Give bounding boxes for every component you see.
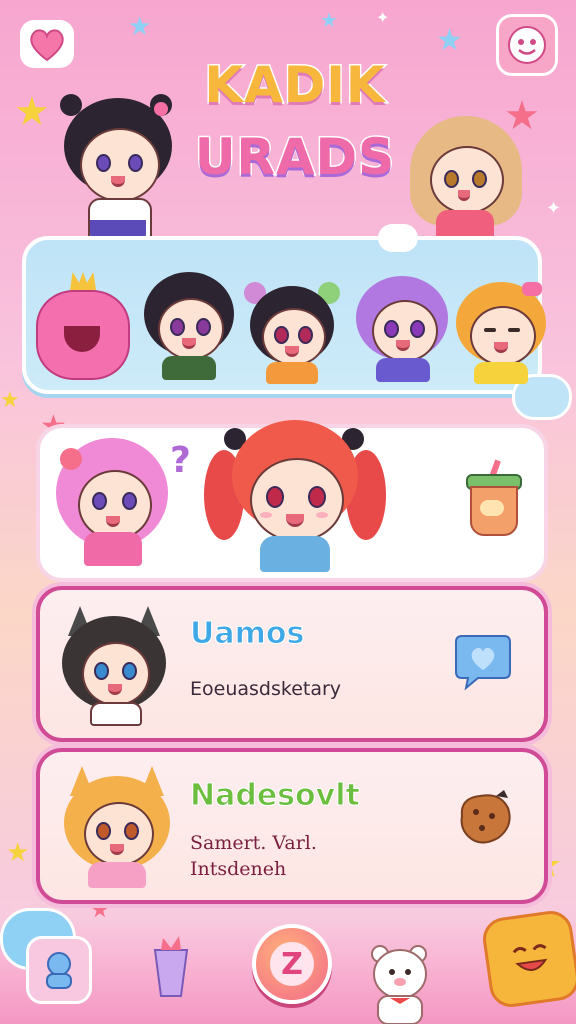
cloud-decoration-icon	[378, 224, 418, 252]
character-avatar-orange-hair[interactable]	[456, 280, 552, 384]
character-nav-button[interactable]	[26, 936, 92, 1004]
star-decoration-icon: ★	[6, 838, 30, 868]
heart-icon[interactable]	[20, 20, 74, 68]
character-avatar-left	[58, 94, 178, 244]
character-avatar-purple-hair[interactable]	[354, 276, 450, 384]
card-subtitle: Samert. Varl. Intsdeneh	[190, 830, 317, 882]
card-title: Nadesovlt	[190, 778, 361, 814]
card-subtitle: Eoeuasdsketary	[190, 678, 342, 700]
question-mark-icon: ?	[170, 440, 191, 481]
center-z-button[interactable]: Z	[252, 924, 332, 1004]
happy-block-button[interactable]	[480, 908, 576, 1010]
character-avatar-cat-ears	[62, 606, 166, 726]
character-avatar-pink-hair	[56, 428, 170, 568]
feature-card-uamos[interactable]: Uamos Eoeuasdsketary	[36, 586, 548, 742]
star-decoration-icon: ★	[128, 12, 152, 42]
app-title-line2: URADS	[193, 127, 396, 188]
character-avatar-black-hair[interactable]	[140, 272, 236, 380]
character-avatar-red-hair	[204, 420, 386, 572]
star-decoration-icon: ✦	[546, 198, 562, 219]
card-title: Uamos	[189, 616, 305, 652]
character-avatar-pink-cat[interactable]	[36, 272, 130, 380]
cup-nav-button[interactable]	[138, 930, 204, 1004]
heart-bubble-icon[interactable]	[454, 630, 512, 691]
card-subtitle-line2: Intsdeneh	[190, 858, 287, 880]
star-decoration-icon: ★	[436, 23, 463, 58]
feature-card-nadesovlt[interactable]: Nadesovlt Samert. Varl. Intsdeneh	[36, 748, 548, 904]
sticker-face-icon[interactable]	[496, 14, 558, 76]
character-avatar-buns[interactable]	[244, 280, 340, 384]
star-decoration-icon: ★	[0, 388, 20, 413]
character-avatar-fox-ears	[62, 766, 172, 890]
teddy-nav-button[interactable]	[360, 940, 440, 1024]
boba-drink-icon	[462, 459, 522, 536]
star-decoration-icon: ✦	[376, 8, 390, 27]
z-label: Z	[270, 942, 314, 986]
star-decoration-icon: ★	[320, 8, 338, 32]
cookie-icon[interactable]	[452, 786, 518, 852]
card-subtitle-line1: Samert. Varl.	[190, 832, 317, 854]
character-avatar-right	[406, 116, 526, 242]
app-title-line1: KADIK	[203, 55, 386, 116]
star-decoration-icon: ★	[14, 89, 50, 135]
